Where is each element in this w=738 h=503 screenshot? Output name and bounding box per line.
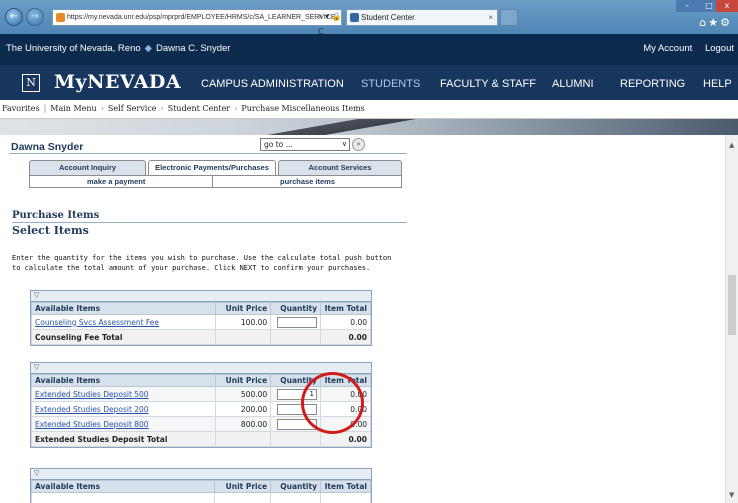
- col-header-qty: Quantity: [270, 480, 321, 493]
- unit-price: 500.00: [214, 386, 272, 402]
- back-icon[interactable]: ←: [5, 8, 23, 26]
- page-title: Purchase Items: [12, 210, 100, 221]
- section-title: Select Items: [12, 224, 89, 237]
- main-nav: N MyNEVADA CAMPUS ADMINISTRATION STUDENT…: [0, 65, 738, 100]
- close-tab-icon[interactable]: ×: [488, 10, 493, 25]
- nav-faculty-staff[interactable]: FACULTY & STAFF: [440, 78, 536, 90]
- col-header-items: Available Items: [30, 480, 216, 493]
- home-icon[interactable]: ⌂: [699, 16, 708, 29]
- logo-icon: N: [22, 74, 40, 92]
- subtab-bar: make a payment purchase items: [29, 175, 402, 188]
- nav-campus-administration[interactable]: CAMPUS ADMINISTRATION: [201, 78, 344, 90]
- browser-tab[interactable]: Student Center ×: [346, 9, 498, 26]
- scrollbar-thumb[interactable]: [728, 275, 736, 335]
- subtab-make-payment[interactable]: make a payment: [87, 176, 145, 187]
- total-label: Counseling Fee Total: [31, 329, 216, 345]
- total-value: 0.00: [320, 329, 371, 345]
- banner-image: [0, 119, 738, 135]
- crumb-main-menu[interactable]: Main Menu: [50, 104, 96, 113]
- new-tab-button[interactable]: [500, 9, 518, 26]
- tab-favicon: [350, 13, 359, 22]
- grid-toggle-icon[interactable]: ▽: [31, 469, 371, 480]
- counseling-grid: ▽ Available Items Unit Price Quantity It…: [30, 290, 372, 346]
- col-header-qty: Quantity: [270, 302, 322, 315]
- subtab-purchase-items[interactable]: purchase items: [280, 176, 335, 187]
- item-link[interactable]: Counseling Svcs Assessment Fee: [35, 318, 159, 327]
- goto-value: go to ...: [264, 140, 293, 149]
- item-link[interactable]: Extended Studies Deposit 500: [35, 390, 149, 399]
- address-url: https://my.nevada.unr.edu/psp/mprprd/EMP…: [67, 14, 336, 21]
- forward-icon[interactable]: →: [26, 8, 44, 26]
- item-link[interactable]: Extended Studies Deposit 800: [35, 420, 149, 429]
- quantity-input[interactable]: [277, 316, 318, 328]
- tab-title: Student Center: [361, 13, 415, 22]
- total-label: Extended Studies Deposit Total: [31, 431, 216, 447]
- nav-alumni[interactable]: ALUMNI: [552, 78, 594, 90]
- minimize-button[interactable]: –: [676, 0, 698, 12]
- unit-price: 800.00: [214, 416, 272, 432]
- unit-price: 200.00: [214, 401, 272, 417]
- instructions-text: Enter the quantity for the items you wis…: [12, 254, 392, 272]
- chevron-right-icon: ›: [160, 104, 164, 113]
- browser-toolbar-icons: ⌂★⚙: [699, 16, 732, 29]
- col-header-price: Unit Price: [214, 374, 272, 387]
- address-bar[interactable]: https://my.nevada.unr.edu/psp/mprprd/EMP…: [52, 9, 342, 26]
- table-row: [30, 492, 372, 503]
- chevron-down-icon: ∨: [341, 140, 347, 148]
- crumb-student-center[interactable]: Student Center: [168, 104, 230, 113]
- scroll-down-icon[interactable]: ▼: [729, 491, 734, 499]
- my-account-link[interactable]: My Account: [643, 43, 692, 54]
- logout-link[interactable]: Logout: [705, 43, 734, 54]
- crumb-current: Purchase Miscellaneous Items: [241, 104, 365, 113]
- crumb-self-service[interactable]: Self Service: [108, 104, 157, 113]
- col-header-items: Available Items: [31, 302, 216, 315]
- table-total-row: Counseling Fee Total 0.00: [31, 329, 371, 345]
- gear-icon[interactable]: ⚙: [720, 16, 732, 29]
- col-header-price: Unit Price: [214, 302, 272, 315]
- nav-reporting[interactable]: REPORTING: [620, 78, 685, 90]
- nav-students[interactable]: STUDENTS: [361, 78, 420, 90]
- third-grid: ▽ Available Items Unit Price Quantity It…: [30, 468, 372, 503]
- brand-title[interactable]: MyNEVADA: [54, 71, 181, 93]
- divider: [9, 153, 407, 154]
- tab-account-services[interactable]: Account Services: [278, 160, 402, 175]
- scroll-up-icon[interactable]: ▲: [729, 141, 734, 149]
- unit-price: 100.00: [214, 314, 272, 330]
- site-favicon: [56, 13, 65, 22]
- student-name: Dawna Snyder: [11, 141, 84, 153]
- table-total-row: Extended Studies Deposit Total 0.00: [31, 431, 371, 447]
- university-name: The University of Nevada, Reno: [6, 43, 141, 54]
- table-row: Counseling Svcs Assessment Fee 100.00 0.…: [31, 314, 371, 330]
- university-bar: The University of Nevada, Reno ◆ Dawna C. …: [0, 34, 738, 65]
- grid-toggle-icon[interactable]: ▽: [31, 363, 371, 374]
- chevron-right-icon: ›: [100, 104, 104, 113]
- browser-chrome: ← → https://my.nevada.unr.edu/psp/mprprd…: [0, 0, 738, 36]
- close-window-button[interactable]: x: [716, 0, 738, 12]
- star-icon[interactable]: ★: [708, 16, 720, 29]
- crumb-favorites[interactable]: Favorites: [2, 104, 40, 113]
- address-tools[interactable]: ⌕ ▾ 🔒 C: [318, 9, 344, 36]
- col-header-price: Unit Price: [214, 480, 272, 493]
- tab-account-inquiry[interactable]: Account Inquiry: [29, 160, 146, 175]
- user-name-top: Dawna C. Snyder: [155, 43, 231, 54]
- col-header-items: Available Items: [31, 374, 216, 387]
- crumb-separator: |: [43, 104, 47, 113]
- breadcrumb: Favorites | Main Menu › Self Service › Student…: [0, 100, 738, 119]
- annotation-circle: [301, 372, 364, 434]
- col-header-total: Item Total: [319, 480, 372, 493]
- go-button[interactable]: »: [352, 138, 365, 151]
- subtab-divider: [212, 176, 213, 187]
- item-link[interactable]: Extended Studies Deposit 200: [35, 405, 149, 414]
- chevron-right-icon: ›: [234, 104, 238, 113]
- nav-help[interactable]: HELP: [703, 78, 732, 90]
- item-total: 0.00: [320, 314, 371, 330]
- tab-electronic-payments[interactable]: Electronic Payments/Purchases: [148, 160, 276, 175]
- goto-select[interactable]: go to ... ∨: [260, 138, 350, 151]
- col-header-total: Item Total: [320, 302, 371, 315]
- page-content: Dawna Snyder go to ... ∨ » Account Inqui…: [0, 135, 725, 503]
- diamond-icon: ◆: [144, 43, 152, 54]
- grid-toggle-icon[interactable]: ▽: [31, 291, 371, 302]
- divider: [12, 222, 407, 223]
- vertical-scrollbar[interactable]: ▲ ▼: [725, 135, 738, 503]
